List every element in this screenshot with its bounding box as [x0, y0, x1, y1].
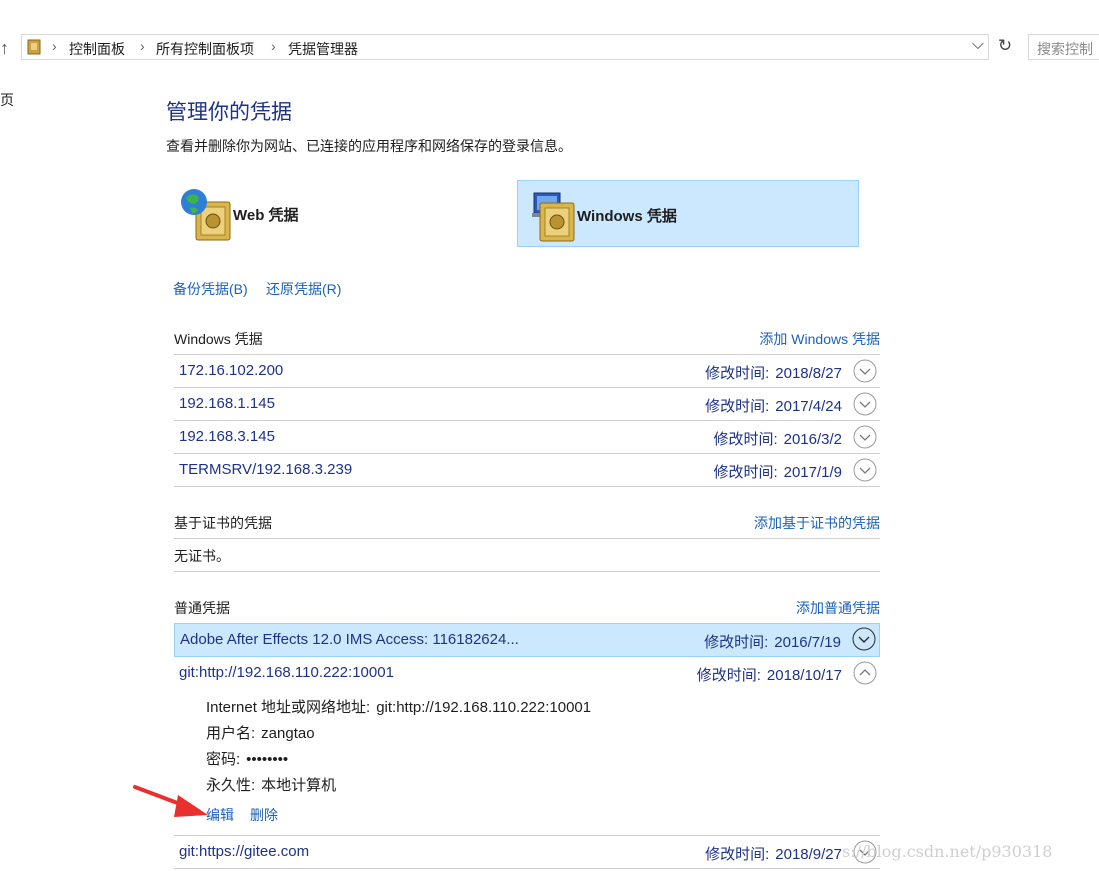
add-windows-credential-link[interactable]: 添加 Windows 凭据: [759, 329, 880, 349]
modified-label: 修改时间:: [705, 365, 770, 382]
up-arrow-icon[interactable]: ↑: [0, 38, 9, 59]
detail-value: ••••••••: [246, 751, 289, 768]
detail-persistence: 永久性: 本地计算机: [206, 774, 336, 795]
credential-name: 192.168.1.145: [179, 395, 275, 412]
modified-label: 修改时间:: [713, 464, 778, 481]
expand-chevron-icon[interactable]: [853, 392, 877, 416]
credential-row-expanded[interactable]: git:http://192.168.110.222:10001 修改时间: 20…: [174, 657, 880, 689]
delete-link[interactable]: 删除: [250, 805, 278, 825]
chevron-down-icon[interactable]: ⌵: [972, 36, 984, 54]
page-description: 查看并删除你为网站、已连接的应用程序和网络保存的登录信息。: [166, 138, 572, 154]
credential-name: 192.168.3.145: [179, 428, 275, 445]
credential-modified: 修改时间: 2017/4/24: [705, 395, 842, 416]
windows-vault-icon: [532, 192, 575, 242]
sidebar-text[interactable]: 页: [0, 90, 14, 110]
divider: [174, 538, 880, 539]
credential-row-selected[interactable]: Adobe After Effects 12.0 IMS Access: 116…: [174, 623, 880, 657]
credential-row[interactable]: 192.168.3.145 修改时间: 2016/3/2: [174, 421, 880, 453]
detail-label: 用户名:: [206, 725, 256, 742]
chevron-right-icon[interactable]: ›: [140, 38, 145, 54]
web-vault-icon: [181, 189, 231, 241]
expand-chevron-icon[interactable]: [853, 458, 877, 482]
credential-name: 172.16.102.200: [179, 362, 284, 379]
breadcrumb-all-items[interactable]: 所有控制面板项: [156, 39, 254, 59]
detail-label: 密码:: [206, 751, 241, 768]
modified-date: 2017/4/24: [775, 398, 842, 415]
modified-date: 2018/10/17: [766, 667, 842, 684]
credential-row[interactable]: 192.168.1.145 修改时间: 2017/4/24: [174, 388, 880, 420]
credential-modified: 修改时间: 2016/3/2: [713, 428, 842, 449]
modified-label: 修改时间:: [705, 846, 770, 863]
detail-username: 用户名: zangtao: [206, 722, 315, 743]
collapse-chevron-icon[interactable]: [853, 661, 877, 685]
modified-date: 2018/9/27: [775, 846, 842, 863]
detail-label: Internet 地址或网络地址:: [206, 699, 371, 716]
annotation-arrow-icon: [133, 785, 208, 817]
page-title: 管理你的凭据: [166, 101, 292, 124]
detail-address: Internet 地址或网络地址: git:http://192.168.110.…: [206, 696, 591, 717]
modified-date: 2016/3/2: [783, 431, 842, 448]
web-credentials-label: Web 凭据: [233, 207, 299, 224]
credential-modified: 修改时间: 2018/9/27: [705, 843, 842, 864]
modified-label: 修改时间:: [713, 431, 778, 448]
section-heading: Windows 凭据: [174, 331, 263, 347]
detail-value: zangtao: [261, 725, 315, 742]
restore-credentials-link[interactable]: 还原凭据(R): [266, 279, 341, 299]
control-panel-icon: [27, 39, 41, 55]
add-certificate-credential-link[interactable]: 添加基于证书的凭据: [754, 513, 880, 533]
credential-row[interactable]: TERMSRV/192.168.3.239 修改时间: 2017/1/9: [174, 454, 880, 486]
divider: [174, 868, 880, 869]
section-heading: 基于证书的凭据: [174, 515, 272, 531]
no-certificates-text: 无证书。: [174, 548, 230, 564]
web-credentials-tile[interactable]: Web 凭据: [174, 180, 516, 247]
breadcrumb-credential-manager[interactable]: 凭据管理器: [288, 39, 358, 59]
modified-date: 2017/1/9: [783, 464, 842, 481]
windows-credentials-section: Windows 凭据 添加 Windows 凭据: [174, 329, 880, 349]
section-heading: 普通凭据: [174, 600, 230, 616]
generic-credentials-section: 普通凭据 添加普通凭据: [174, 598, 880, 618]
credential-row[interactable]: 172.16.102.200 修改时间: 2018/8/27: [174, 355, 880, 387]
certificate-credentials-section: 基于证书的凭据 添加基于证书的凭据: [174, 513, 880, 533]
credential-row[interactable]: git:https://gitee.com 修改时间: 2018/9/27: [174, 836, 880, 868]
modified-label: 修改时间:: [705, 398, 770, 415]
address-bar[interactable]: › 控制面板 › 所有控制面板项 › 凭据管理器 ⌵: [21, 34, 989, 60]
search-input[interactable]: 搜索控制: [1028, 34, 1099, 60]
backup-credentials-link[interactable]: 备份凭据(B): [173, 279, 248, 299]
detail-label: 永久性:: [206, 777, 256, 794]
expand-chevron-icon[interactable]: [853, 359, 877, 383]
watermark: s://blog.csdn.net/p930318: [842, 842, 1053, 861]
divider: [174, 486, 880, 487]
credential-name: git:https://gitee.com: [179, 843, 310, 860]
breadcrumb-control-panel[interactable]: 控制面板: [69, 39, 125, 59]
credential-modified: 修改时间: 2018/8/27: [705, 362, 842, 383]
credential-modified: 修改时间: 2016/7/19: [704, 631, 841, 652]
chevron-right-icon[interactable]: ›: [271, 38, 276, 54]
refresh-icon[interactable]: ↻: [995, 36, 1015, 58]
add-generic-credential-link[interactable]: 添加普通凭据: [796, 598, 880, 618]
expand-chevron-icon[interactable]: [852, 627, 876, 651]
modified-label: 修改时间:: [704, 634, 769, 651]
credential-name: Adobe After Effects 12.0 IMS Access: 116…: [180, 631, 519, 648]
modified-date: 2016/7/19: [774, 634, 841, 651]
credential-name: TERMSRV/192.168.3.239: [179, 461, 353, 478]
chevron-right-icon: ›: [52, 38, 57, 54]
divider: [174, 571, 880, 572]
credential-modified: 修改时间: 2018/10/17: [697, 664, 842, 685]
credential-name: git:http://192.168.110.222:10001: [179, 664, 394, 681]
detail-value: 本地计算机: [261, 777, 337, 794]
credential-modified: 修改时间: 2017/1/9: [713, 461, 842, 482]
modified-date: 2018/8/27: [775, 365, 842, 382]
modified-label: 修改时间:: [696, 667, 761, 684]
windows-credentials-tile[interactable]: Windows 凭据: [517, 180, 859, 247]
detail-value: git:http://192.168.110.222:10001: [376, 699, 592, 716]
windows-credentials-label: Windows 凭据: [577, 208, 677, 225]
expand-chevron-icon[interactable]: [853, 425, 877, 449]
detail-password: 密码: ••••••••: [206, 748, 288, 769]
